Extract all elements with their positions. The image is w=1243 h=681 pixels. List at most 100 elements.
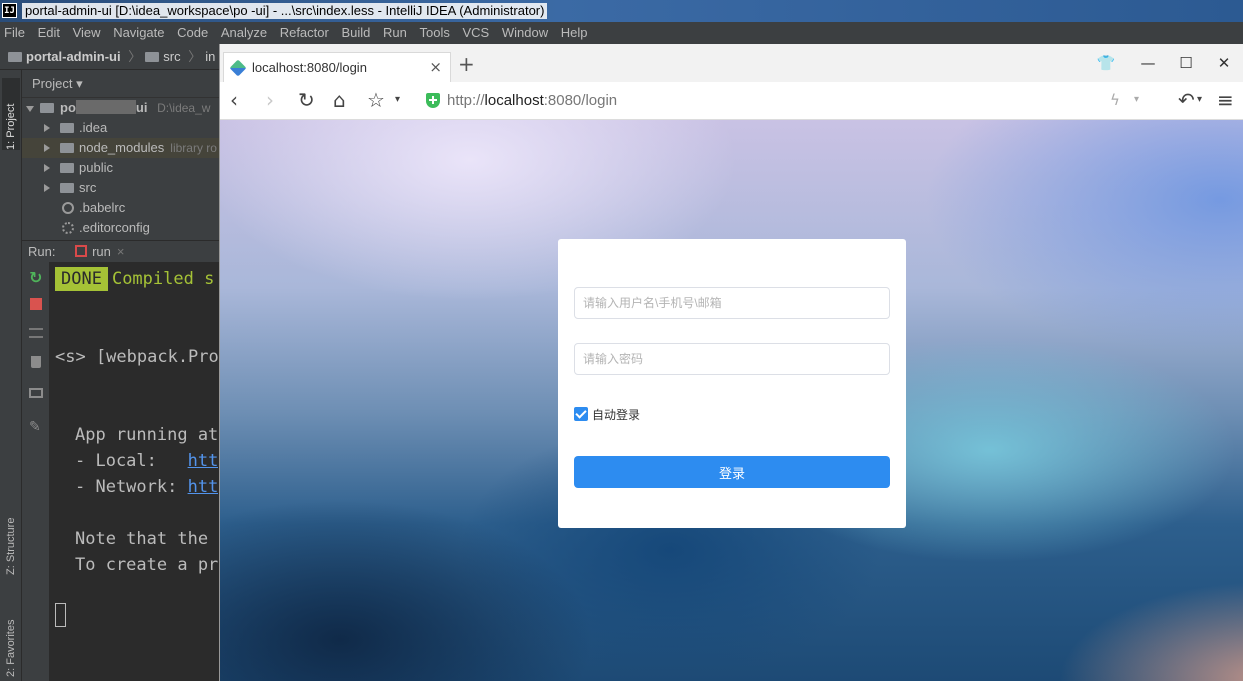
console-local-label: - Local: — [75, 451, 188, 471]
expand-arrow-icon[interactable] — [26, 106, 34, 112]
console-local-link[interactable]: http — [188, 451, 220, 471]
console-webpack-line: <s> [webpack.Prog — [55, 347, 220, 367]
expand-arrow-icon[interactable] — [44, 164, 50, 172]
project-panel-title: Project — [32, 76, 73, 91]
username-input[interactable] — [574, 287, 890, 319]
menu-refactor[interactable]: Refactor — [280, 22, 329, 44]
browser-tab[interactable]: localhost:8080/login × — [223, 52, 451, 82]
close-icon[interactable]: × — [117, 244, 125, 259]
src-folder-icon — [145, 52, 160, 62]
url-host: localhost — [484, 92, 544, 109]
console-input-cursor[interactable] — [55, 603, 66, 627]
chevron-down-icon[interactable]: ▾ — [76, 76, 83, 91]
menu-window[interactable]: Window — [502, 22, 548, 44]
stop-icon[interactable] — [30, 298, 42, 310]
project-panel: Project ▾ po ui D:\idea_w .idea node_modu… — [22, 70, 220, 240]
folder-icon — [40, 103, 54, 113]
shirt-skin-icon[interactable]: 👕 — [1096, 54, 1116, 72]
menu-vcs[interactable]: VCS — [462, 22, 489, 44]
menu-navigate[interactable]: Navigate — [113, 22, 164, 44]
console-network-link[interactable]: http — [188, 477, 220, 497]
breadcrumb-separator: 〉 — [128, 49, 142, 64]
tree-item-editorconfig[interactable]: .editorconfig — [22, 218, 220, 238]
folder-icon — [60, 183, 74, 193]
window-close-icon[interactable]: ✕ — [1214, 54, 1234, 72]
breadcrumb-file[interactable]: in — [205, 49, 215, 64]
menu-file[interactable]: File — [4, 22, 25, 44]
run-tab[interactable]: run × — [75, 244, 124, 259]
folder-icon — [60, 123, 74, 133]
tree-item-src[interactable]: src — [22, 178, 220, 198]
tree-item-babelrc[interactable]: .babelrc — [22, 198, 220, 218]
rerun-icon[interactable]: ↻ — [29, 270, 43, 286]
expand-arrow-icon[interactable] — [44, 124, 50, 132]
project-folder-icon — [8, 52, 22, 62]
folder-icon — [60, 163, 74, 173]
pin-icon[interactable]: ✎ — [29, 420, 43, 434]
project-panel-header[interactable]: Project ▾ — [22, 70, 220, 98]
layout-icon[interactable] — [29, 388, 43, 398]
url-text[interactable]: http://localhost:8080/login — [447, 91, 617, 111]
run-console[interactable]: DONE Compiled s <s> [webpack.Prog App run… — [51, 262, 220, 681]
home-icon[interactable]: ⌂ — [333, 89, 346, 111]
run-panel-header: Run: run × — [22, 240, 220, 262]
tree-item-public[interactable]: public — [22, 158, 220, 178]
remember-me[interactable]: 自动登录 — [574, 406, 640, 422]
reload-icon[interactable]: ↻ — [298, 89, 315, 111]
tree-item-node-modules[interactable]: node_modules library ro — [22, 138, 220, 158]
menu-help[interactable]: Help — [561, 22, 588, 44]
console-app-running: App running at — [75, 425, 219, 445]
tree-root-path: D:\idea_w — [157, 101, 211, 115]
expand-arrow-icon[interactable] — [44, 184, 50, 192]
tree-item-idea[interactable]: .idea — [22, 118, 220, 138]
undo-close-tab-icon[interactable]: ↶ — [1178, 89, 1195, 111]
login-button[interactable]: 登录 — [574, 456, 890, 488]
menu-hamburger-icon[interactable]: ≡ — [1217, 89, 1234, 111]
secure-shield-icon — [426, 93, 440, 108]
gear-icon — [62, 222, 74, 234]
chevron-down-icon[interactable]: ▾ — [1134, 89, 1139, 111]
menu-analyze[interactable]: Analyze — [221, 22, 267, 44]
breadcrumb-project[interactable]: portal-admin-ui — [26, 49, 121, 64]
chevron-down-icon[interactable]: ▾ — [395, 89, 400, 111]
menu-tools[interactable]: Tools — [420, 22, 450, 44]
tool-tab-favorites[interactable]: 2: Favorites — [2, 595, 20, 677]
breadcrumb-folder[interactable]: src — [163, 49, 180, 64]
menu-edit[interactable]: Edit — [38, 22, 60, 44]
run-panel-label: Run: — [28, 244, 56, 259]
tree-item-label: src — [79, 180, 97, 195]
tree-item-label: public — [79, 160, 113, 175]
breadcrumb-separator: 〉 — [188, 49, 202, 64]
minimize-icon[interactable]: — — [1138, 54, 1158, 72]
checkbox-checked-icon[interactable] — [574, 407, 588, 421]
menu-build[interactable]: Build — [341, 22, 370, 44]
trash-icon[interactable] — [31, 356, 41, 368]
maximize-icon[interactable]: ☐ — [1176, 54, 1196, 72]
scroll-to-end-icon[interactable] — [29, 328, 43, 338]
babel-file-icon — [62, 202, 74, 214]
tab-close-icon[interactable]: × — [429, 58, 442, 76]
menu-run[interactable]: Run — [383, 22, 407, 44]
menu-code[interactable]: Code — [177, 22, 208, 44]
url-scheme: http:// — [447, 92, 485, 109]
tree-root[interactable]: po ui D:\idea_w — [22, 98, 220, 118]
password-input[interactable] — [574, 343, 890, 375]
intellij-logo-icon: IJ — [2, 3, 17, 18]
chevron-down-icon[interactable]: ▾ — [1197, 89, 1202, 111]
console-note: Note that the d — [75, 529, 220, 549]
remember-label: 自动登录 — [592, 407, 641, 422]
tool-tab-structure[interactable]: Z: Structure — [2, 495, 20, 575]
left-tool-stripe: 1: Project Z: Structure 2: Favorites — [0, 70, 22, 681]
browser-window: localhost:8080/login × + 👕 — ☐ ✕ ‹ › ↻ ⌂… — [219, 44, 1243, 681]
forward-icon[interactable]: › — [266, 89, 274, 111]
lightning-icon[interactable]: ϟ — [1110, 89, 1120, 111]
back-icon[interactable]: ‹ — [230, 89, 238, 111]
new-tab-icon[interactable]: + — [458, 54, 475, 74]
redacted-text — [75, 100, 136, 114]
menu-view[interactable]: View — [73, 22, 101, 44]
expand-arrow-icon[interactable] — [44, 144, 50, 152]
tool-tab-project[interactable]: 1: Project — [2, 78, 20, 150]
tree-item-hint: library ro — [170, 141, 217, 155]
tree-root-suffix: ui — [135, 100, 148, 115]
bookmark-star-icon[interactable]: ☆ — [367, 89, 385, 111]
